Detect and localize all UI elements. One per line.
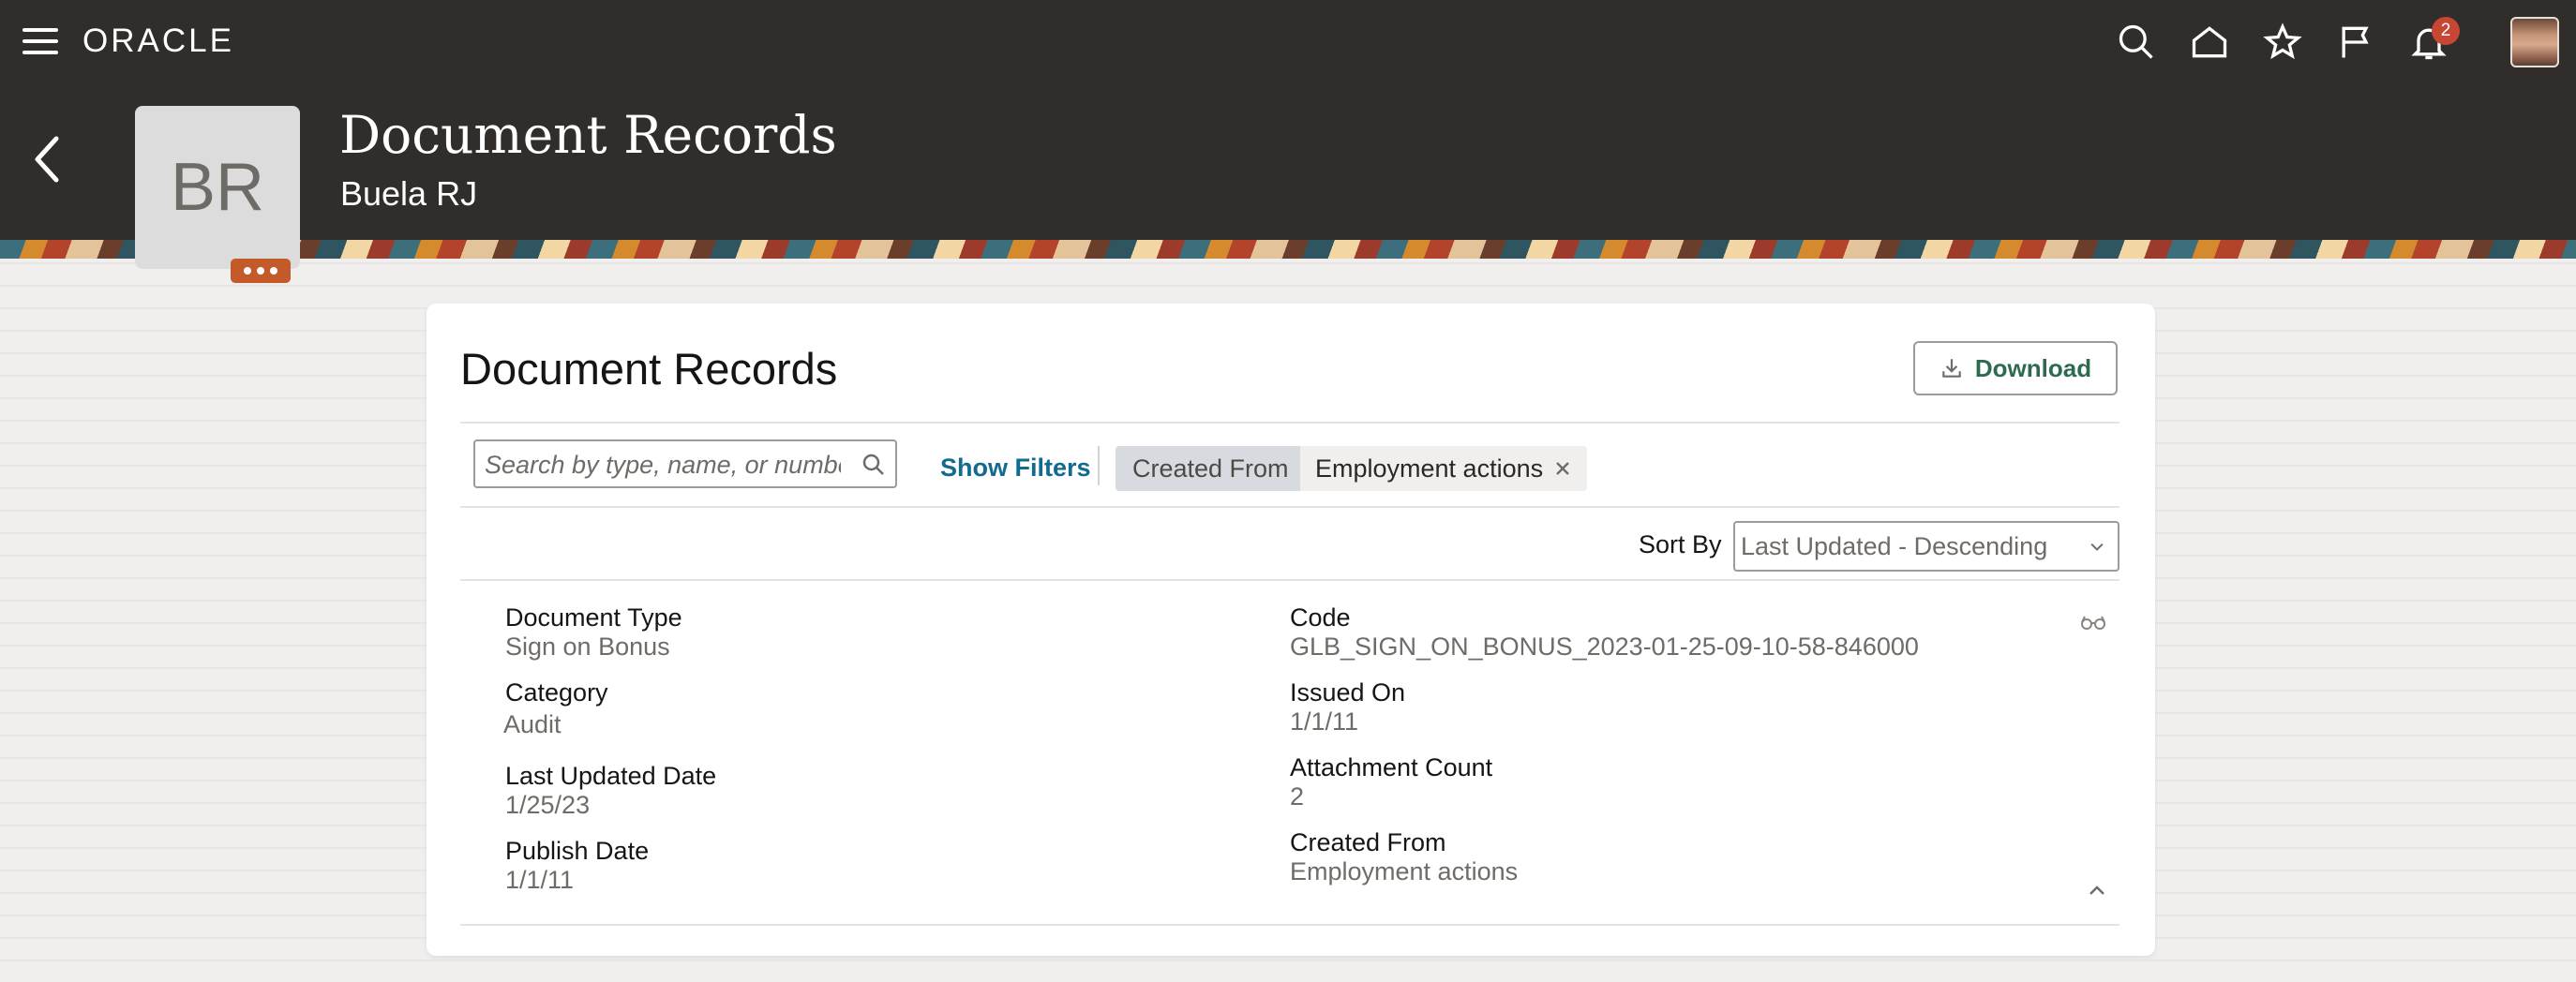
publish-date-label: Publish Date [505,837,650,865]
home-icon[interactable] [2186,19,2233,66]
publish-date-value: 1/1/11 [505,866,575,894]
notification-badge: 2 [2432,17,2460,45]
remove-filter-icon[interactable] [1551,457,1574,480]
view-icon[interactable] [2079,613,2107,632]
filter-chip-text: Employment actions [1315,454,1544,483]
divider [460,924,2119,926]
person-name: Buela RJ [340,174,478,213]
oracle-logo[interactable]: ORACLE [82,22,234,60]
decorative-banner [0,240,2576,259]
document-type-label: Document Type [505,603,682,632]
menu-icon[interactable] [22,28,58,56]
sort-select[interactable]: Last Updated - Descending [1733,521,2119,572]
flag-icon[interactable] [2332,19,2379,66]
search-field[interactable] [473,439,897,488]
user-avatar[interactable] [2510,17,2559,67]
page-title: Document Records [339,105,837,165]
filter-chip-value: Employment actions [1300,446,1587,491]
divider [460,506,2119,508]
issued-on-value: 1/1/11 [1290,707,1359,736]
created-from-label: Created From [1290,828,1446,856]
created-from-value: Employment actions [1290,857,1519,885]
download-button[interactable]: Download [1913,341,2118,395]
filter-chip-label: Created From [1116,446,1306,491]
search-input[interactable] [485,449,841,481]
person-initials-avatar: BR [135,106,300,269]
sort-by-label: Sort By [1639,530,1722,558]
search-icon[interactable] [2113,19,2160,66]
back-icon[interactable] [28,131,66,187]
attachment-count-value: 2 [1290,782,1305,811]
download-label: Download [1974,353,2092,382]
separator [1098,446,1100,485]
document-type-value: Sign on Bonus [505,632,670,661]
global-header: ORACLE 2 [0,0,2576,84]
document-records-card: Document Records Download Show Filters C… [427,304,2155,956]
last-updated-date-value: 1/25/23 [505,791,591,819]
sort-value: Last Updated - Descending [1741,532,2048,560]
divider [460,422,2119,424]
category-value: Audit [503,710,562,738]
show-filters-link[interactable]: Show Filters [940,454,1091,483]
code-value: GLB_SIGN_ON_BONUS_2023-01-25-09-10-58-84… [1290,632,1919,661]
divider [460,579,2119,581]
attachment-count-label: Attachment Count [1290,753,1493,781]
more-options-icon[interactable] [231,259,291,283]
category-label: Category [505,678,608,707]
bell-icon[interactable]: 2 [2405,17,2460,66]
search-icon[interactable] [860,451,888,479]
download-icon [1942,359,1961,378]
issued-on-label: Issued On [1290,678,1406,707]
chevron-down-icon [2090,543,2104,551]
star-icon[interactable] [2259,19,2306,66]
last-updated-date-label: Last Updated Date [505,762,717,790]
code-label: Code [1290,603,1351,632]
chevron-up-icon[interactable] [2086,879,2108,901]
card-title: Document Records [460,344,838,394]
